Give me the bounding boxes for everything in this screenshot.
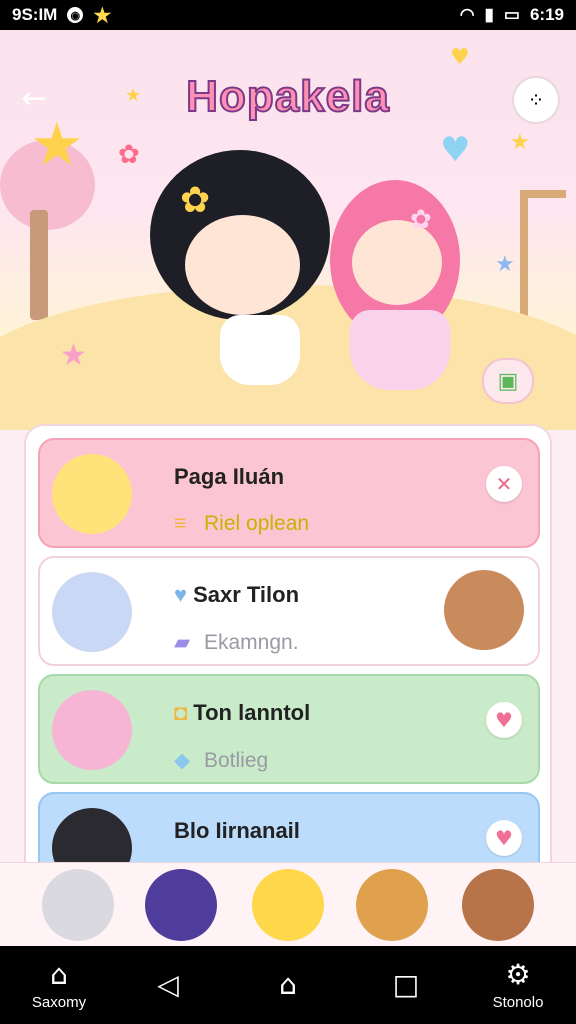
status-clock: 6:19 [529,5,564,24]
app-title: Hopakela [185,71,390,122]
nav-recents[interactable]: □ [378,946,434,1024]
notification-icon: ◉ [67,7,84,23]
avatar[interactable] [462,869,534,941]
more-icon: ⁘ [527,88,545,112]
signal-icon: ▮ [484,5,494,24]
nav-home-circle[interactable]: ⌂ [260,946,316,1024]
avatar [444,570,524,650]
nav-settings-label: Stonolo [492,993,544,1011]
image-icon: ▣ [497,368,519,394]
nav-home-label: Saxomy [31,993,87,1011]
card-title: Blo Iirnanail [174,818,300,843]
star-icon: ★ [30,110,84,180]
heart-icon: ♥ [440,130,471,170]
book-icon: ▰ [174,631,191,654]
heart-icon: ♥ [495,708,513,732]
star-icon: ★ [495,252,515,277]
card-subtitle: ▰ Ekamngn. [174,631,299,654]
heart-icon: ♥ [174,582,188,607]
square-recents-icon: □ [392,968,420,1001]
heart-icon: ♥ [450,45,470,70]
star-icon: ★ [510,130,530,155]
star-icon: ★ [125,85,142,106]
status-time: 9S:IM [12,5,58,24]
nav-back[interactable]: ◁ [140,946,196,1024]
character-list: Paga Iluán ≡ Riel oplean ✕ ♥ Saxr Tilon ▰ E… [24,424,552,894]
card-title: Paga Iluán [174,464,285,489]
coins-icon: ≡ [174,512,187,535]
close-button[interactable]: ✕ [486,466,522,502]
gear-icon: ⚙ [505,957,531,991]
avatar[interactable] [356,869,428,941]
navigation-bar: ⌂ Saxomy ◁ ⌂ □ ⚙ Stonolo [0,946,576,1024]
menu-button[interactable]: ⁘ [512,76,560,124]
home-icon: ⌂ [50,957,68,991]
close-icon: ✕ [495,472,513,496]
tree-trunk-decor [30,210,48,320]
star-icon: ★ [93,4,112,27]
gem-icon: ◆ [174,749,191,772]
card-subtitle: ◆ Botlieg [174,749,269,772]
avatar [52,690,132,770]
avatar[interactable] [42,869,114,941]
swing-decor [520,190,566,330]
home-circle-icon: ⌂ [279,968,297,1001]
list-item[interactable]: ♥ Saxr Tilon ▰ Ekamngn. [38,556,540,666]
list-item[interactable]: ◘ Ton lanntol ◆ Botlieg ♥ [38,674,540,784]
battery-icon: ▭ [503,5,520,24]
nav-home[interactable]: ⌂ Saxomy [14,946,104,1024]
avatar[interactable] [145,869,217,941]
card-title: ◘ Ton lanntol [174,700,311,725]
favorite-button[interactable]: ♥ [486,702,522,738]
cup-icon: ◘ [174,700,188,725]
list-item[interactable]: Paga Iluán ≡ Riel oplean ✕ [38,438,540,548]
nav-settings[interactable]: ⚙ Stonolo [470,946,566,1024]
card-subtitle: ≡ Riel oplean [174,512,310,535]
hero-scene: ★ ★ ♥ ♥ ★ ★ ★ ✿ ✿ ✿ ← Hopakela ⁘ ▣ [0,30,576,430]
avatar[interactable] [252,869,324,941]
character-dark-hair: ✿ [150,140,350,400]
character-pink-hair: ✿ [330,180,470,400]
star-icon: ★ [60,338,87,373]
flower-icon: ✿ [410,205,432,235]
avatar [52,454,132,534]
flower-icon: ✿ [180,180,211,221]
status-bar: 9S:IM ◉ ★ ◠ ▮ ▭ 6:19 [0,0,576,30]
gallery-button[interactable]: ▣ [482,358,534,404]
character-strip [0,862,576,947]
triangle-back-icon: ◁ [157,968,179,1001]
favorite-button[interactable]: ♥ [486,820,522,856]
back-arrow-icon[interactable]: ← [16,80,52,116]
card-title: ♥ Saxr Tilon [174,582,300,607]
avatar [52,572,132,652]
heart-icon: ♥ [495,826,513,850]
wifi-icon: ◠ [459,5,475,24]
flower-icon: ✿ [118,140,140,170]
